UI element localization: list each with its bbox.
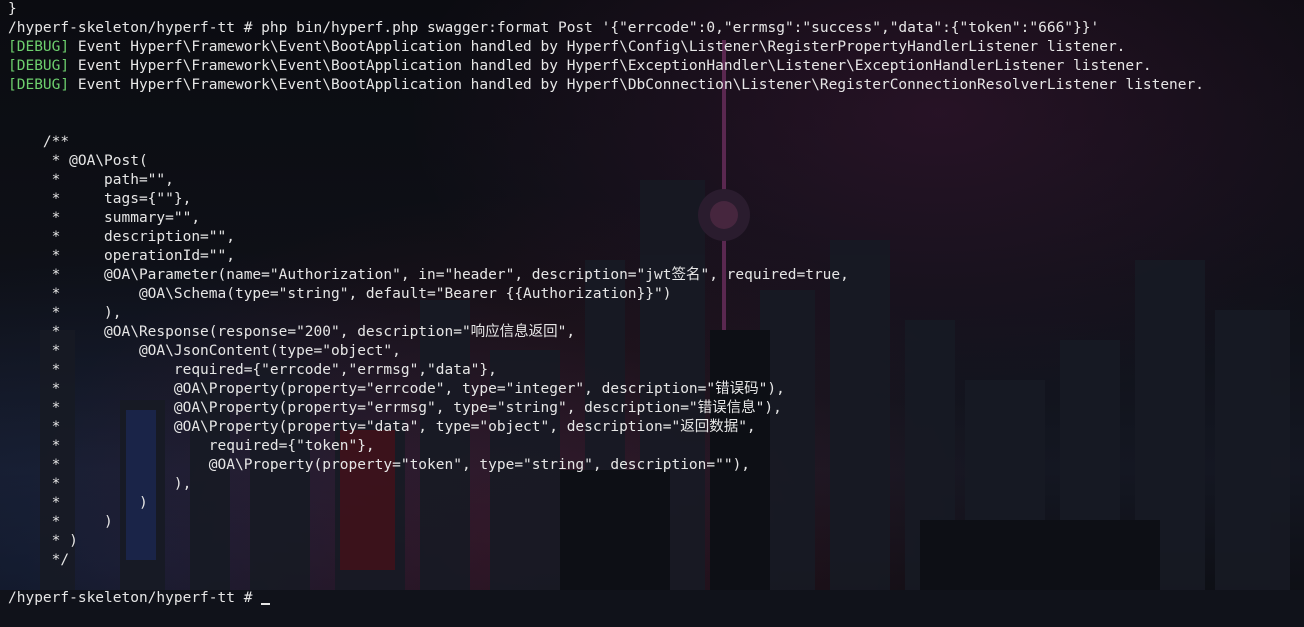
line-text: * tags={""}, xyxy=(8,191,192,207)
terminal-line: [DEBUG] Event Hyperf\Framework\Event\Boo… xyxy=(8,57,1304,76)
terminal-line: } xyxy=(8,0,1304,19)
line-text: * required={"errcode","errmsg","data"}, xyxy=(8,362,497,378)
line-text: * ), xyxy=(8,476,192,492)
terminal-line: [DEBUG] Event Hyperf\Framework\Event\Boo… xyxy=(8,38,1304,57)
line-text: } xyxy=(8,1,17,17)
terminal-line: * @OA\Parameter(name="Authorization", in… xyxy=(8,266,1304,285)
terminal-line: */ xyxy=(8,551,1304,570)
terminal-line: [DEBUG] Event Hyperf\Framework\Event\Boo… xyxy=(8,76,1304,95)
terminal-output: } /hyperf-skeleton/hyperf-tt # php bin/h… xyxy=(0,0,1304,608)
line-text: * description="", xyxy=(8,229,235,245)
line-text: * @OA\Property(property="token", type="s… xyxy=(8,457,751,473)
line-text: * @OA\Parameter(name="Authorization", in… xyxy=(8,267,849,283)
debug-tag: [DEBUG] xyxy=(8,39,70,55)
prompt-text: /hyperf-skeleton/hyperf-tt # xyxy=(8,590,262,606)
line-text: Event Hyperf\Framework\Event\BootApplica… xyxy=(69,77,1204,93)
terminal-line: * required={"errcode","errmsg","data"}, xyxy=(8,361,1304,380)
debug-tag: [DEBUG] xyxy=(8,77,70,93)
terminal-line: * ) xyxy=(8,494,1304,513)
prompt-line[interactable]: /hyperf-skeleton/hyperf-tt # xyxy=(8,589,1304,608)
line-text: * ) xyxy=(8,533,78,549)
line-text: * @OA\Schema(type="string", default="Bea… xyxy=(8,286,672,302)
terminal-line: * @OA\Property(property="errmsg", type="… xyxy=(8,399,1304,418)
terminal-line: * description="", xyxy=(8,228,1304,247)
terminal-line: * ), xyxy=(8,475,1304,494)
line-text: * @OA\Post( xyxy=(8,153,148,169)
line-text: * @OA\Response(response="200", descripti… xyxy=(8,324,576,340)
terminal-line: * path="", xyxy=(8,171,1304,190)
line-text: /** xyxy=(8,134,70,150)
line-text: * operationId="", xyxy=(8,248,235,264)
terminal-line: * @OA\Property(property="token", type="s… xyxy=(8,456,1304,475)
line-text: Event Hyperf\Framework\Event\BootApplica… xyxy=(69,58,1152,74)
terminal-line: * @OA\Property(property="errcode", type=… xyxy=(8,380,1304,399)
text-cursor xyxy=(261,603,271,605)
terminal-line: * ) xyxy=(8,532,1304,551)
line-text: * @OA\JsonContent(type="object", xyxy=(8,343,401,359)
terminal-line: * required={"token"}, xyxy=(8,437,1304,456)
terminal-line: /hyperf-skeleton/hyperf-tt # php bin/hyp… xyxy=(8,19,1304,38)
terminal-line: * tags={""}, xyxy=(8,190,1304,209)
terminal-line: * summary="", xyxy=(8,209,1304,228)
terminal-line: * @OA\JsonContent(type="object", xyxy=(8,342,1304,361)
line-text: * ), xyxy=(8,305,122,321)
terminal-window[interactable]: } /hyperf-skeleton/hyperf-tt # php bin/h… xyxy=(0,0,1304,627)
terminal-line: * ), xyxy=(8,304,1304,323)
line-text: * @OA\Property(property="errcode", type=… xyxy=(8,381,785,397)
line-text: */ xyxy=(8,552,70,568)
terminal-line: /** xyxy=(8,133,1304,152)
terminal-line: * @OA\Post( xyxy=(8,152,1304,171)
line-text: * ) xyxy=(8,514,113,530)
line-text: * required={"token"}, xyxy=(8,438,375,454)
terminal-line: * operationId="", xyxy=(8,247,1304,266)
line-text: * path="", xyxy=(8,172,174,188)
line-text: * ) xyxy=(8,495,148,511)
line-text: Event Hyperf\Framework\Event\BootApplica… xyxy=(69,39,1126,55)
line-text: /hyperf-skeleton/hyperf-tt # php bin/hyp… xyxy=(8,20,1100,36)
terminal-line: * @OA\Response(response="200", descripti… xyxy=(8,323,1304,342)
terminal-line: * @OA\Property(property="data", type="ob… xyxy=(8,418,1304,437)
line-text: * summary="", xyxy=(8,210,201,226)
terminal-line: * ) xyxy=(8,513,1304,532)
line-text: * @OA\Property(property="data", type="ob… xyxy=(8,419,756,435)
terminal-line: * @OA\Schema(type="string", default="Bea… xyxy=(8,285,1304,304)
line-text: * @OA\Property(property="errmsg", type="… xyxy=(8,400,782,416)
debug-tag: [DEBUG] xyxy=(8,58,70,74)
